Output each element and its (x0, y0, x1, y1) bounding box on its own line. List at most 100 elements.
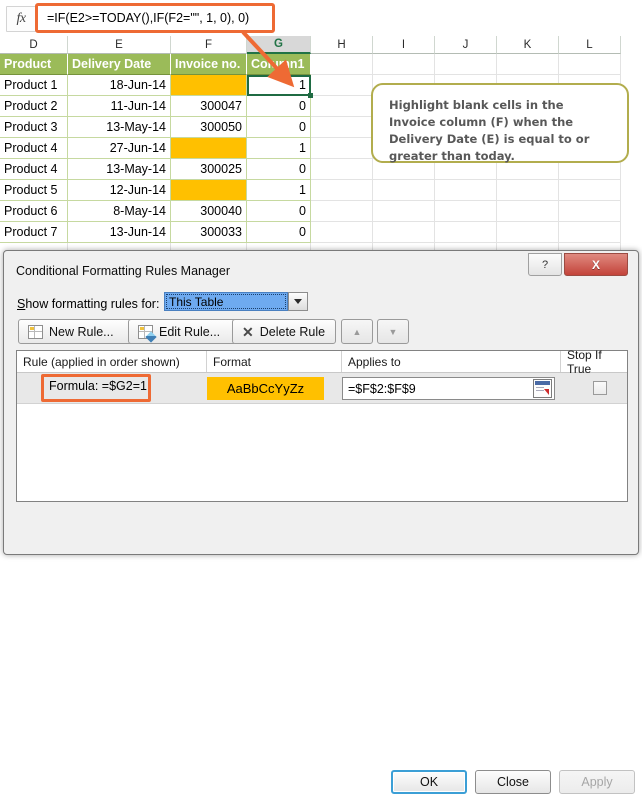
cell-invoice-no[interactable]: 300040 (171, 201, 247, 222)
cell-empty[interactable] (311, 75, 373, 96)
column-header-j[interactable]: J (435, 36, 497, 54)
cell-delivery-date[interactable]: 13-Jun-14 (68, 222, 171, 243)
ok-button[interactable]: OK (391, 770, 467, 794)
delete-rule-button[interactable]: ✕ Delete Rule (232, 319, 336, 344)
cell-empty[interactable] (435, 222, 497, 243)
cell-invoice-no[interactable]: 300050 (171, 117, 247, 138)
cell-product[interactable]: Product 4 (0, 159, 68, 180)
cell-empty[interactable] (435, 180, 497, 201)
cell-empty[interactable] (435, 201, 497, 222)
cell-empty[interactable] (311, 117, 373, 138)
column-header-d[interactable]: D (0, 36, 68, 54)
cell-delivery-date[interactable]: 12-Jun-14 (68, 180, 171, 201)
cell-invoice-no[interactable] (171, 180, 247, 201)
format-preview[interactable]: AaBbCcYyZz (207, 377, 324, 400)
cell-product[interactable]: Product 1 (0, 75, 68, 96)
new-rule-button[interactable]: New Rule... (18, 319, 135, 344)
column-header-k[interactable]: K (497, 36, 559, 54)
arrow-down-icon: ▼ (388, 326, 398, 337)
cell-column1[interactable]: 0 (247, 117, 311, 138)
cell-empty[interactable] (497, 201, 559, 222)
fill-handle[interactable] (308, 93, 313, 98)
table-header-cell[interactable]: Invoice no. (171, 54, 247, 75)
column-header-i[interactable]: I (373, 36, 435, 54)
cell-empty[interactable] (373, 180, 435, 201)
stop-if-true-checkbox[interactable] (593, 381, 607, 395)
table-header-cell[interactable]: Delivery Date (68, 54, 171, 75)
cell-empty[interactable] (311, 180, 373, 201)
column-header-f[interactable]: F (171, 36, 247, 54)
column-header-e[interactable]: E (68, 36, 171, 54)
cell-product[interactable]: Product 4 (0, 138, 68, 159)
show-rules-label: Show formatting rules for: (17, 297, 160, 311)
edit-rule-button[interactable]: Edit Rule... (128, 319, 237, 344)
cell-product[interactable]: Product 2 (0, 96, 68, 117)
cell-invoice-no[interactable] (171, 138, 247, 159)
cell-empty[interactable] (373, 222, 435, 243)
cell-delivery-date[interactable]: 18-Jun-14 (68, 75, 171, 96)
cell-empty[interactable] (311, 201, 373, 222)
range-picker-icon[interactable] (533, 379, 552, 398)
table-header-cell[interactable]: Column1 (247, 54, 311, 75)
close-icon-glyph: X (591, 257, 600, 272)
cell-empty[interactable] (311, 96, 373, 117)
cell-empty[interactable] (311, 159, 373, 180)
cell-column1[interactable]: 0 (247, 222, 311, 243)
column-header-h[interactable]: H (311, 36, 373, 54)
cell-empty[interactable] (559, 222, 621, 243)
cell-column1[interactable]: 1 (247, 138, 311, 159)
column-header-g[interactable]: G (247, 36, 311, 54)
move-up-button[interactable]: ▲ (341, 319, 373, 344)
cell-invoice-no[interactable]: 300033 (171, 222, 247, 243)
chevron-down-icon[interactable] (288, 292, 308, 311)
cell-product[interactable]: Product 6 (0, 201, 68, 222)
apply-button-label: Apply (581, 775, 613, 789)
column-header-l[interactable]: L (559, 36, 621, 54)
move-down-button[interactable]: ▼ (377, 319, 409, 344)
cell-empty[interactable] (559, 54, 621, 75)
cell-empty[interactable] (311, 222, 373, 243)
cell-empty[interactable] (373, 54, 435, 75)
cell-column1[interactable]: 0 (247, 159, 311, 180)
cell-invoice-no[interactable]: 300025 (171, 159, 247, 180)
table-row[interactable]: Formula: =$G2=1 AaBbCcYyZz =$F$2:$F$9 (17, 373, 627, 404)
cell-delivery-date[interactable]: 13-May-14 (68, 159, 171, 180)
cell-column1[interactable]: 1 (247, 180, 311, 201)
cell-empty[interactable] (311, 54, 373, 75)
cell-invoice-no[interactable]: 300047 (171, 96, 247, 117)
cell-empty[interactable] (559, 180, 621, 201)
cell-delivery-date[interactable]: 13-May-14 (68, 117, 171, 138)
cell-product[interactable]: Product 5 (0, 180, 68, 201)
formula-input[interactable]: =IF(E2>=TODAY(),IF(F2="", 1, 0), 0) (38, 11, 249, 25)
cell-empty[interactable] (497, 222, 559, 243)
cell-column1[interactable]: 0 (247, 201, 311, 222)
cell-delivery-date[interactable]: 8-May-14 (68, 201, 171, 222)
cell-empty[interactable] (311, 138, 373, 159)
applies-to-input[interactable]: =$F$2:$F$9 (342, 377, 555, 400)
cell-column1[interactable]: 0 (247, 96, 311, 117)
cell-product[interactable]: Product 7 (0, 222, 68, 243)
cell-empty[interactable] (435, 54, 497, 75)
column-header-rule: Rule (applied in order shown) (17, 351, 207, 372)
scope-select[interactable]: This Table (164, 292, 288, 311)
callout-note-text: Highlight blank cells in the Invoice col… (389, 98, 590, 163)
cell-empty[interactable] (497, 54, 559, 75)
cell-empty[interactable] (373, 201, 435, 222)
cell-delivery-date[interactable]: 27-Jun-14 (68, 138, 171, 159)
cell-empty[interactable] (559, 201, 621, 222)
cell-empty[interactable] (497, 180, 559, 201)
fx-icon[interactable]: fx (6, 6, 36, 32)
cell-column1[interactable]: 1 (247, 75, 311, 96)
close-icon[interactable]: X (564, 253, 628, 276)
ok-button-label: OK (419, 775, 439, 789)
cell-product[interactable]: Product 3 (0, 117, 68, 138)
formula-input-highlight: =IF(E2>=TODAY(),IF(F2="", 1, 0), 0) (35, 3, 275, 33)
rules-list[interactable]: Rule (applied in order shown) Format App… (16, 348, 628, 502)
cell-invoice-no[interactable] (171, 75, 247, 96)
close-button[interactable]: Close (475, 770, 551, 794)
cell-delivery-date[interactable]: 11-Jun-14 (68, 96, 171, 117)
table-header-cell[interactable]: Product (0, 54, 68, 75)
edit-rule-icon (138, 324, 157, 343)
help-icon[interactable]: ? (528, 253, 562, 276)
arrow-up-icon: ▲ (352, 326, 362, 337)
